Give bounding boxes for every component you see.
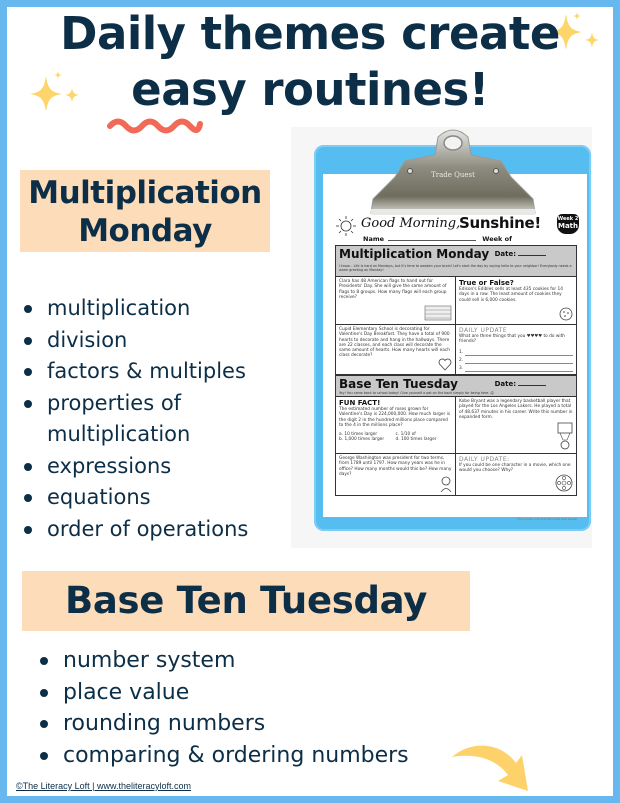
- cell-text: Kobe Bryant was a legendary basketball p…: [459, 399, 573, 420]
- topic-item-continued: multiplication: [47, 422, 191, 446]
- cell-heading: DAILY UPDATE:: [459, 456, 510, 463]
- answer-lines: 1. 2. 3.: [459, 348, 573, 372]
- topic-item: number system: [38, 645, 438, 677]
- worksheet: Good Morning, Sunshine! Week 2 Math Name…: [335, 214, 579, 521]
- sun-icon: [336, 216, 356, 236]
- topic-item: comparing & ordering numbers: [38, 740, 438, 772]
- multiplication-monday-topics: multiplication division factors & multip…: [22, 293, 287, 545]
- clipboard-clip-icon: Trade Quest: [370, 129, 536, 215]
- cell-text: George Washington was president for two …: [339, 456, 452, 477]
- worksheet-cell: Cupid Elementary School is decorating fo…: [336, 325, 456, 375]
- copyright-link[interactable]: ©The Literacy Loft | www.theliteracyloft…: [16, 781, 191, 791]
- cell-heading: FUN FACT!: [339, 399, 381, 407]
- name-label: Name: [363, 235, 385, 243]
- clip-brand: Trade Quest: [431, 171, 475, 179]
- monday-note: I know... Life is hard on Mondays, but i…: [339, 264, 572, 272]
- monday-grid: Clara has 48 American flags to hand out …: [335, 277, 577, 375]
- cell-text: Cupid Elementary School is decorating fo…: [339, 327, 451, 359]
- basketball-hoop-icon: [557, 422, 573, 450]
- date-label: Date:: [495, 250, 546, 258]
- worksheet-header: Good Morning, Sunshine! Week 2 Math Name…: [335, 214, 579, 249]
- page-title: Daily themes create easy routines!: [0, 6, 620, 118]
- greeting-text: Good Morning,: [361, 216, 461, 231]
- cell-text: The estimated number of roses grown for …: [339, 407, 451, 428]
- topic-item: rounding numbers: [38, 708, 438, 740]
- monday-title: Multiplication Monday: [339, 247, 490, 261]
- date-label: Date:: [495, 380, 546, 388]
- cell-heading: True or False?: [459, 279, 514, 287]
- tuesday-note: Yay! You came back to school today! Give…: [339, 391, 494, 395]
- flag-icon: [424, 305, 452, 321]
- greeting-bold: Sunshine!: [459, 214, 541, 232]
- title-line-1: Daily themes create: [60, 7, 560, 60]
- option: b. 1,000 times larger: [339, 437, 385, 443]
- worksheet-cell: Kobe Bryant was a legendary basketball p…: [456, 397, 576, 454]
- squiggle-underline-icon: [107, 118, 203, 134]
- title-emphasis-word: easy: [131, 63, 247, 116]
- topic-item: expressions: [22, 451, 287, 483]
- label-line-2: Monday: [78, 213, 212, 249]
- worksheet-footer: ©The Literacy Loft 2019 4th Grade Daily …: [516, 518, 577, 521]
- worksheet-cell: True or False? Edison's Edibles sells at…: [456, 277, 576, 325]
- worksheet-cell: DAILY UPDATE: If you could be one charac…: [456, 454, 576, 496]
- heart-icon: [438, 358, 452, 371]
- topic-item: multiplication: [22, 293, 287, 325]
- cell-text: Edison's Edibles sells at least 435 cook…: [459, 287, 563, 303]
- answer-number: 3.: [459, 365, 464, 371]
- tuesday-grid: FUN FACT! The estimated number of roses …: [335, 397, 577, 496]
- base-ten-tuesday-label: Base Ten Tuesday: [22, 571, 470, 631]
- curved-arrow-icon: [452, 745, 528, 791]
- worksheet-cell: George Washington was president for two …: [336, 454, 456, 496]
- base-ten-tuesday-topics: number system place value rounding numbe…: [38, 645, 438, 771]
- week-badge: Week 2 Math: [557, 214, 579, 234]
- worksheet-cell: FUN FACT! The estimated number of roses …: [336, 397, 456, 454]
- cell-text: If you could be one character in a movie…: [459, 463, 571, 474]
- badge-subject: Math: [557, 222, 579, 230]
- worksheet-cell: DAILY UPDATE What are three things that …: [456, 325, 576, 375]
- multiplication-monday-label: Multiplication Monday: [20, 170, 270, 252]
- week-label: Week of: [482, 235, 512, 243]
- cookie-icon: [559, 307, 573, 321]
- topic-item: factors & multiples: [22, 356, 287, 388]
- tuesday-section-header: Base Ten Tuesday Date: Yay! You came bac…: [335, 375, 577, 397]
- worksheet-cell: Clara has 48 American flags to hand out …: [336, 277, 456, 325]
- title-line-2-rest: routines!: [246, 63, 489, 116]
- label-line-1: Multiplication: [28, 175, 262, 211]
- topic-item: order of operations: [22, 514, 287, 546]
- answer-number: 1.: [459, 349, 464, 355]
- cell-heading: DAILY UPDATE: [459, 327, 508, 334]
- tuesday-title: Base Ten Tuesday: [339, 377, 458, 391]
- george-washington-icon: [440, 476, 452, 492]
- topic-item: place value: [38, 677, 438, 709]
- cell-text: Clara has 48 American flags to hand out …: [339, 279, 447, 300]
- option: d. 100 times larger: [395, 437, 437, 443]
- cell-text: What are three things that you ♥♥♥♥ to d…: [459, 334, 566, 345]
- clipboard-photo: Trade Quest Good Morning, Sunshine! Week…: [291, 127, 592, 548]
- topic-item: equations: [22, 482, 287, 514]
- topic-item: properties of: [22, 388, 287, 420]
- monday-section-header: Multiplication Monday Date: I know... Li…: [335, 245, 577, 277]
- title-line-2: easy routines!: [0, 62, 620, 118]
- topic-item: division: [22, 325, 287, 357]
- answer-options: a. 10 times larger c. 1/10 of b. 1,000 t…: [339, 432, 452, 443]
- film-reel-icon: [555, 474, 573, 492]
- answer-number: 2.: [459, 357, 464, 363]
